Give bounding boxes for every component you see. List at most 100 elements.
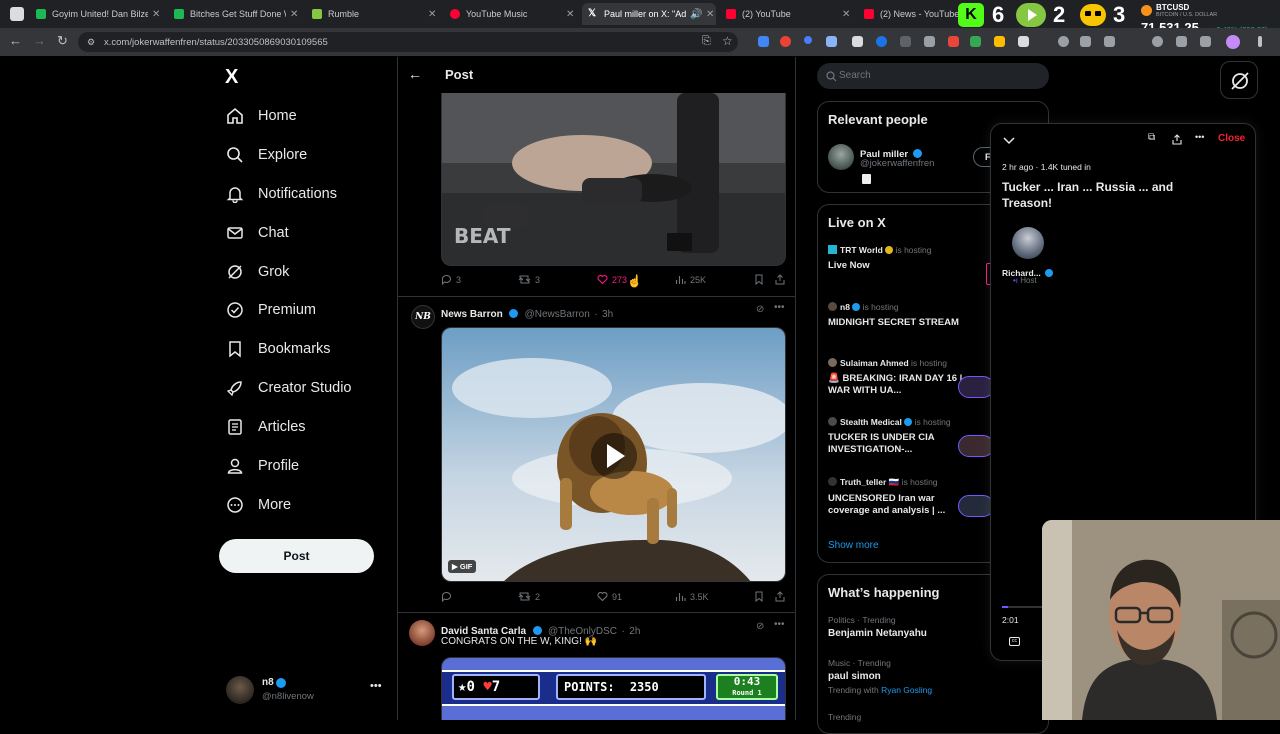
live-item[interactable]: Stealth Medical is hosting TUCKER IS UND…	[828, 417, 968, 465]
like-button[interactable]: 273	[597, 274, 627, 285]
extension-icon[interactable]	[1200, 36, 1211, 47]
live-item[interactable]: Sulaiman Ahmed is hosting 🚨 BREAKING: IR…	[828, 358, 968, 406]
extension-icon[interactable]	[1176, 36, 1187, 47]
close-icon[interactable]: ✕	[842, 9, 852, 20]
code-icon[interactable]	[1104, 36, 1115, 47]
extension-icon[interactable]	[758, 36, 769, 47]
install-icon[interactable]: ⎘	[702, 35, 711, 48]
sidebar-item-bookmarks[interactable]: Bookmarks	[226, 337, 331, 361]
browser-tab[interactable]: (2) YouTube ✕	[720, 3, 852, 25]
close-icon[interactable]: ✕	[566, 9, 576, 20]
views-button[interactable]: 3.5K	[675, 591, 709, 602]
close-icon[interactable]: ✕	[428, 9, 438, 20]
avatar[interactable]	[828, 144, 854, 170]
reply-button[interactable]	[441, 591, 456, 602]
sidebar-item-grok[interactable]: Grok	[226, 260, 289, 284]
live-item[interactable]: Truth_teller 🇷🇺 is hosting UNCENSORED Ir…	[828, 477, 968, 525]
x-logo[interactable]: X	[225, 66, 238, 89]
url-input[interactable]: x.com/jokerwaffenfren/status/20330508690…	[78, 32, 738, 52]
browser-tab[interactable]: Bitches Get Stuff Done W ✕	[168, 3, 300, 25]
profile-avatar[interactable]	[1226, 35, 1240, 49]
views-button[interactable]: 25K	[675, 274, 706, 285]
sidebar-item-creator-studio[interactable]: Creator Studio	[226, 376, 352, 400]
pip-icon[interactable]: ⧉	[1148, 132, 1155, 143]
extension-icon[interactable]	[804, 36, 812, 44]
repost-button[interactable]: 3	[518, 274, 540, 285]
avatar[interactable]	[1012, 227, 1044, 259]
extension-icon[interactable]	[970, 36, 981, 47]
extension-icon[interactable]	[1018, 36, 1029, 47]
more-icon[interactable]: •••	[774, 302, 785, 313]
extension-icon[interactable]	[876, 36, 887, 47]
sidebar-item-chat[interactable]: Chat	[226, 221, 289, 245]
show-more-link[interactable]: Show more	[828, 540, 879, 551]
post-button[interactable]: Post	[219, 539, 374, 573]
search-input[interactable]: Search	[817, 63, 1049, 89]
extension-icon[interactable]	[1058, 36, 1069, 47]
close-icon[interactable]: ✕	[706, 9, 716, 20]
close-button[interactable]: Close	[1218, 133, 1245, 144]
sidebar-item-profile[interactable]: Profile	[226, 454, 299, 478]
browser-tab[interactable]: Rumble ✕	[306, 3, 438, 25]
chrome-menu-icon[interactable]	[1258, 36, 1262, 47]
share-button[interactable]	[775, 591, 789, 602]
more-icon[interactable]: •••	[1195, 132, 1204, 142]
browser-menu-icon[interactable]	[10, 7, 24, 21]
author-name[interactable]: News Barron	[441, 309, 503, 320]
bookmark-button[interactable]	[754, 274, 768, 285]
close-icon[interactable]: ✕	[152, 9, 162, 20]
back-icon[interactable]: ←	[9, 33, 22, 48]
sidebar-item-premium[interactable]: Premium	[226, 298, 316, 322]
account-switcher[interactable]: n8 @n8livenow •••	[226, 676, 386, 708]
extension-icon[interactable]	[852, 36, 863, 47]
browser-tab[interactable]: Goyim United! Dan Bilzerian ✕	[30, 3, 162, 25]
reply-button[interactable]: 3	[441, 274, 461, 285]
site-info-icon[interactable]: ⚙	[87, 37, 95, 48]
grok-icon[interactable]: ⊘	[756, 304, 764, 315]
extension-icon[interactable]	[1080, 36, 1091, 47]
play-icon[interactable]	[591, 433, 637, 479]
extension-icon[interactable]	[780, 36, 791, 47]
captions-icon[interactable]: cc	[1009, 637, 1020, 646]
playback-progress[interactable]	[1002, 606, 1042, 608]
sidebar-item-more[interactable]: More	[226, 493, 291, 517]
extension-icon[interactable]	[994, 36, 1005, 47]
more-icon[interactable]: •••	[370, 680, 382, 692]
tweet-image[interactable]: ★0 ♥7 POINTS: 2350 0:43 Round 1	[441, 657, 786, 720]
grok-icon[interactable]: ⊘	[756, 621, 764, 632]
audio-icon[interactable]: 🔊	[690, 9, 702, 20]
browser-tab[interactable]: YouTube Music ✕	[444, 3, 576, 25]
trend-link[interactable]: Ryan Gosling	[881, 685, 932, 695]
extension-icon[interactable]	[948, 36, 959, 47]
zoom-icon[interactable]	[1152, 36, 1163, 47]
sidebar-item-explore[interactable]: Explore	[226, 143, 307, 167]
close-icon[interactable]: ✕	[290, 9, 300, 20]
trend-item[interactable]: Music · Trending paul simon Trending wit…	[828, 658, 1038, 695]
tweet-gif[interactable]: ▶ GIF	[441, 327, 786, 582]
forward-icon[interactable]: →	[33, 33, 46, 48]
tweet-time[interactable]: 2h	[629, 626, 640, 637]
share-button[interactable]	[775, 274, 789, 285]
chevron-down-icon[interactable]	[1003, 132, 1015, 150]
like-button[interactable]: 91	[597, 591, 622, 602]
grok-button[interactable]	[1220, 61, 1258, 99]
browser-tab-active[interactable]: 𝕏 Paul miller on X: "Adi 🔊 ✕	[582, 3, 716, 25]
extension-icon[interactable]	[826, 36, 837, 47]
bookmark-star-icon[interactable]: ☆	[722, 34, 733, 48]
repost-button[interactable]: 2	[518, 591, 540, 602]
reload-icon[interactable]: ↻	[57, 33, 68, 49]
tweet-time[interactable]: 3h	[602, 309, 613, 320]
sidebar-item-notifications[interactable]: Notifications	[226, 182, 337, 206]
tweet-video[interactable]: BEAT	[441, 93, 786, 266]
more-icon[interactable]: •••	[774, 619, 785, 630]
share-icon[interactable]	[1172, 132, 1182, 150]
back-arrow-icon[interactable]: ←	[408, 66, 422, 82]
extension-icon[interactable]	[900, 36, 911, 47]
extension-icon[interactable]	[924, 36, 935, 47]
bookmark-button[interactable]	[754, 591, 768, 602]
sidebar-item-home[interactable]: Home	[226, 104, 297, 128]
author-handle[interactable]: @NewsBarron	[525, 309, 590, 320]
browser-tab[interactable]: (2) News - YouTube	[858, 3, 958, 25]
sidebar-item-articles[interactable]: Articles	[226, 415, 306, 439]
trend-item[interactable]: Trending	[828, 712, 1038, 722]
